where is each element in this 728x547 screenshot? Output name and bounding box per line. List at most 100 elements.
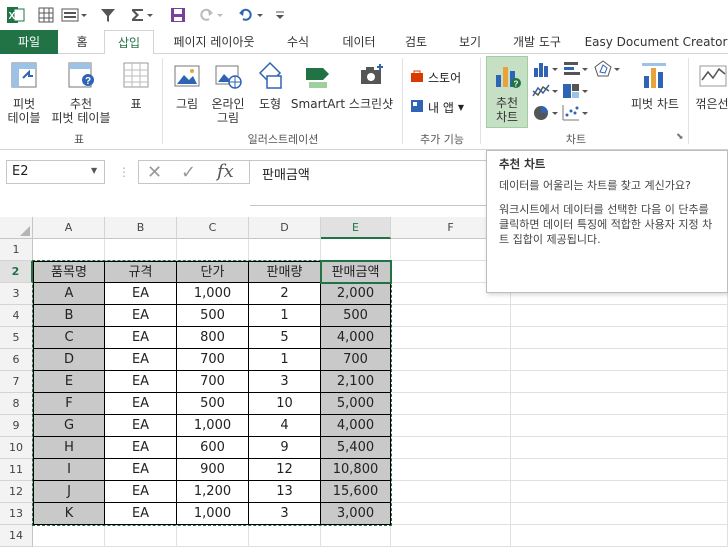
tab-view[interactable]: 보기 bbox=[448, 30, 492, 54]
tab-page-layout[interactable]: 페이지 레이아웃 bbox=[162, 30, 266, 54]
online-picture-button[interactable]: 온라인 그림 bbox=[206, 60, 250, 125]
table-cell[interactable]: 500 bbox=[321, 305, 391, 327]
cell[interactable] bbox=[391, 459, 511, 481]
table-cell[interactable]: 3,000 bbox=[321, 503, 391, 525]
cell[interactable] bbox=[391, 393, 511, 415]
pivot-chart-button[interactable]: 피벗 차트 bbox=[626, 60, 684, 111]
cell[interactable] bbox=[511, 393, 728, 415]
insert-function-icon[interactable]: fx bbox=[217, 161, 234, 182]
table-cell[interactable]: 2,100 bbox=[321, 371, 391, 393]
table-cell[interactable]: 700 bbox=[177, 349, 249, 371]
line-chart-icon[interactable] bbox=[532, 82, 560, 100]
tab-developer[interactable]: 개발 도구 bbox=[504, 30, 570, 54]
radar-chart-icon[interactable] bbox=[594, 60, 622, 78]
table-cell[interactable]: 500 bbox=[177, 393, 249, 415]
cancel-icon[interactable]: ✕ bbox=[147, 162, 162, 183]
cell[interactable] bbox=[105, 525, 177, 547]
tab-data[interactable]: 데이터 bbox=[330, 30, 388, 54]
cell[interactable] bbox=[33, 525, 105, 547]
table-cell[interactable]: 700 bbox=[177, 371, 249, 393]
tab-insert[interactable]: 삽입 bbox=[104, 30, 154, 55]
row-header[interactable]: 8 bbox=[0, 393, 33, 415]
scatter-chart-icon[interactable] bbox=[562, 104, 590, 122]
table-cell[interactable]: EA bbox=[105, 283, 177, 305]
table-cell[interactable]: 5,400 bbox=[321, 437, 391, 459]
table-cell[interactable]: 2 bbox=[249, 283, 321, 305]
table-cell[interactable]: 1 bbox=[249, 349, 321, 371]
autosum-icon[interactable] bbox=[128, 5, 156, 25]
table-cell[interactable]: K bbox=[33, 503, 105, 525]
cell[interactable] bbox=[391, 481, 511, 503]
column-header-d[interactable]: D bbox=[249, 217, 321, 239]
cell[interactable] bbox=[511, 349, 728, 371]
cell[interactable] bbox=[511, 525, 728, 547]
table-cell[interactable]: B bbox=[33, 305, 105, 327]
table-header-cell[interactable]: 판매량 bbox=[249, 261, 321, 283]
cell[interactable] bbox=[511, 415, 728, 437]
cell[interactable] bbox=[391, 349, 511, 371]
table-cell[interactable]: G bbox=[33, 415, 105, 437]
cell[interactable] bbox=[511, 371, 728, 393]
bar-chart-icon[interactable] bbox=[562, 60, 590, 78]
line-sparkline-button[interactable]: 꺾은선 bbox=[692, 60, 728, 111]
table-cell[interactable]: F bbox=[33, 393, 105, 415]
row-header[interactable]: 4 bbox=[0, 305, 33, 327]
column-header-b[interactable]: B bbox=[105, 217, 177, 239]
picture-button[interactable]: 그림 bbox=[168, 60, 206, 111]
table-cell[interactable]: 4,000 bbox=[321, 415, 391, 437]
tab-review[interactable]: 검토 bbox=[396, 30, 436, 54]
cell[interactable] bbox=[391, 371, 511, 393]
cell[interactable] bbox=[391, 305, 511, 327]
cell[interactable] bbox=[177, 525, 249, 547]
cell[interactable] bbox=[391, 437, 511, 459]
row-header[interactable]: 13 bbox=[0, 503, 33, 525]
pie-chart-icon[interactable] bbox=[532, 104, 560, 122]
cell[interactable] bbox=[33, 239, 105, 261]
cell[interactable] bbox=[249, 525, 321, 547]
cell[interactable] bbox=[249, 239, 321, 261]
dialog-launcher-icon[interactable]: ⬊ bbox=[676, 132, 684, 142]
table-cell[interactable]: 900 bbox=[177, 459, 249, 481]
table-header-cell[interactable]: 단가 bbox=[177, 261, 249, 283]
cell[interactable] bbox=[511, 481, 728, 503]
column-header-a[interactable]: A bbox=[33, 217, 105, 239]
cell[interactable] bbox=[511, 503, 728, 525]
tab-home[interactable]: 홈 bbox=[64, 30, 100, 54]
recommended-pivot-button[interactable]: ? 추천 피벗 테이블 bbox=[46, 60, 116, 125]
table-cell[interactable]: 4 bbox=[249, 415, 321, 437]
row-header[interactable]: 5 bbox=[0, 327, 33, 349]
table-cell[interactable]: C bbox=[33, 327, 105, 349]
tab-formulas[interactable]: 수식 bbox=[276, 30, 320, 54]
hierarchy-chart-icon[interactable] bbox=[562, 82, 590, 100]
table-cell[interactable]: 1,000 bbox=[177, 503, 249, 525]
filter-icon[interactable] bbox=[98, 5, 118, 25]
undo-icon[interactable] bbox=[236, 5, 266, 25]
tab-file[interactable]: 파일 bbox=[0, 30, 58, 54]
table-cell[interactable]: EA bbox=[105, 327, 177, 349]
table-cell[interactable]: 700 bbox=[321, 349, 391, 371]
cell[interactable] bbox=[511, 327, 728, 349]
cell[interactable] bbox=[391, 503, 511, 525]
table-cell[interactable]: E bbox=[33, 371, 105, 393]
form-icon[interactable] bbox=[60, 5, 88, 25]
cell[interactable] bbox=[511, 305, 728, 327]
customize-qat-icon[interactable] bbox=[272, 5, 288, 25]
table-cell[interactable]: 3 bbox=[249, 371, 321, 393]
cell[interactable] bbox=[391, 525, 511, 547]
row-header[interactable]: 10 bbox=[0, 437, 33, 459]
table-cell[interactable]: 1 bbox=[249, 305, 321, 327]
recommended-charts-button[interactable]: ? 추천 차트 bbox=[486, 56, 528, 128]
row-header[interactable]: 7 bbox=[0, 371, 33, 393]
cell[interactable] bbox=[105, 239, 177, 261]
column-header-e[interactable]: E bbox=[321, 217, 391, 239]
table-cell[interactable]: EA bbox=[105, 503, 177, 525]
select-all-corner[interactable] bbox=[0, 217, 33, 239]
row-header[interactable]: 11 bbox=[0, 459, 33, 481]
shapes-button[interactable]: 도형 bbox=[250, 60, 290, 111]
table-cell[interactable]: 12 bbox=[249, 459, 321, 481]
smartart-button[interactable]: SmartArt bbox=[290, 60, 346, 111]
splitter-icon[interactable]: ⋮ bbox=[118, 164, 130, 180]
table-cell[interactable]: 5 bbox=[249, 327, 321, 349]
table-cell[interactable]: 4,000 bbox=[321, 327, 391, 349]
table-cell[interactable]: EA bbox=[105, 415, 177, 437]
